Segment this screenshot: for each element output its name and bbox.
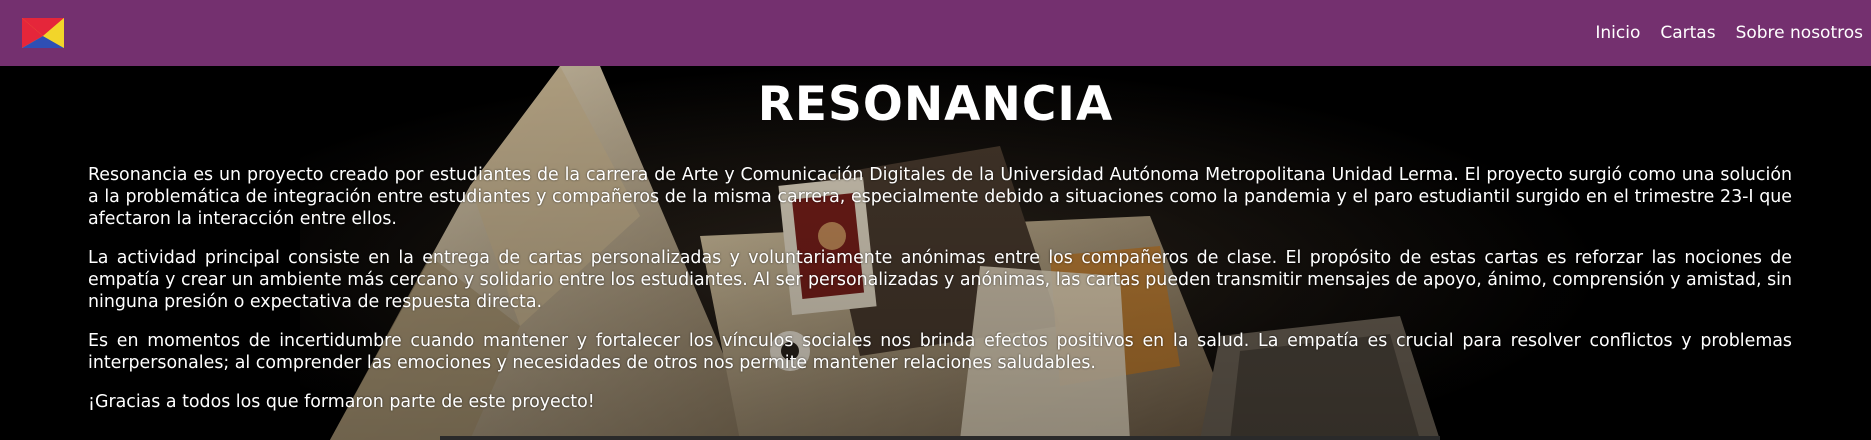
nav-link-inicio[interactable]: Inicio [1595, 23, 1640, 43]
nav-links: Inicio Cartas Sobre nosotros [1575, 23, 1863, 43]
content-panel-edge [440, 436, 1440, 440]
hero-section: RESONANCIA Resonancia es un proyecto cre… [0, 66, 1871, 440]
intro-paragraph: La actividad principal consiste en la en… [88, 248, 1792, 312]
intro-paragraph: Resonancia es un proyecto creado por est… [88, 165, 1792, 229]
thanks-paragraph: ¡Gracias a todos los que formaron parte … [88, 392, 595, 412]
hero-content: RESONANCIA Resonancia es un proyecto cre… [0, 66, 1871, 440]
envelope-logo-icon[interactable] [22, 18, 64, 48]
intro-paragraph: Es en momentos de incertidumbre cuando m… [88, 331, 1792, 373]
nav-link-sobre-nosotros[interactable]: Sobre nosotros [1736, 23, 1863, 43]
nav-link-cartas[interactable]: Cartas [1660, 23, 1715, 43]
intro-text: Resonancia es un proyecto creado por est… [88, 164, 1792, 430]
top-navbar: Inicio Cartas Sobre nosotros [0, 0, 1871, 66]
page-title: RESONANCIA [757, 77, 1114, 132]
